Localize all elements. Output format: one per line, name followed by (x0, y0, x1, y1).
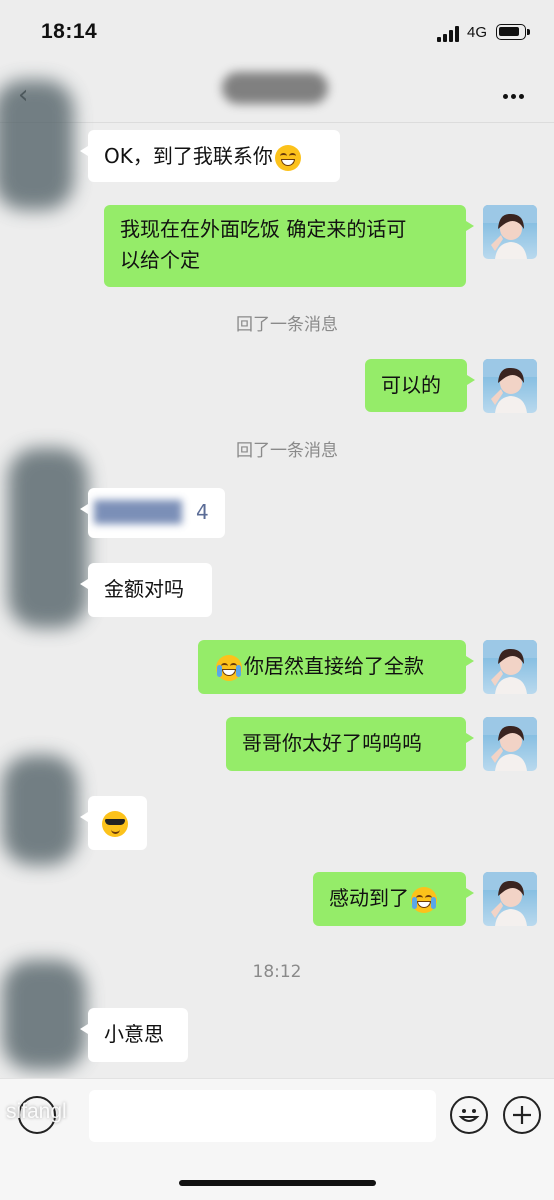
message-text: 可以的 (381, 373, 441, 397)
battery-icon (496, 24, 530, 40)
redacted-text-blur (94, 500, 182, 524)
outgoing-message[interactable]: 我现在在外面吃饭 确定来的话可 以给个定 (104, 205, 474, 287)
grin-emoji-icon (274, 144, 301, 171)
message-input[interactable] (89, 1090, 436, 1142)
message-text-line: 以给个定 (120, 248, 200, 272)
emoji-icon[interactable] (450, 1096, 488, 1134)
message-text: OK，到了我联系你 (104, 144, 273, 168)
crying-laughing-emoji-icon (411, 886, 437, 913)
incoming-message[interactable]: 金额对吗 (80, 563, 212, 617)
message-text: 4 (196, 500, 209, 524)
home-indicator[interactable] (179, 1180, 376, 1186)
outgoing-message[interactable]: 可以的 (365, 359, 475, 412)
my-avatar[interactable] (483, 359, 537, 413)
timestamp: 18:12 (252, 962, 302, 982)
contact-avatar-redacted (0, 80, 74, 210)
watermark: sifangl (6, 1100, 67, 1123)
message-text: 哥哥你太好了呜呜呜 (242, 731, 422, 755)
message-text-line: 我现在在外面吃饭 确定来的话可 (120, 217, 407, 241)
my-avatar[interactable] (483, 205, 537, 259)
sunglasses-emoji-icon (102, 810, 128, 837)
more-icon[interactable] (503, 84, 527, 103)
contact-avatar-redacted (2, 755, 78, 865)
my-avatar[interactable] (483, 640, 537, 694)
incoming-message[interactable]: OK，到了我联系你 (80, 130, 340, 182)
network-label: 4G (467, 24, 488, 41)
chat-title-redacted (222, 72, 328, 104)
message-text: 金额对吗 (104, 577, 184, 601)
system-notice: 回了一条消息 (236, 441, 338, 461)
system-notice: 回了一条消息 (236, 315, 338, 335)
message-text: 小意思 (104, 1022, 164, 1046)
my-avatar[interactable] (483, 717, 537, 771)
message-text: 你居然直接给了全款 (244, 654, 424, 678)
outgoing-message[interactable]: 你居然直接给了全款 (198, 640, 474, 694)
outgoing-message[interactable]: 哥哥你太好了呜呜呜 (226, 717, 474, 771)
status-bar: 18:14 4G (0, 0, 554, 66)
outgoing-message[interactable]: 感动到了 (313, 872, 474, 926)
incoming-message-redacted[interactable]: 4 (80, 488, 225, 538)
crying-laughing-emoji-icon (216, 654, 242, 681)
incoming-message[interactable]: 小意思 (80, 1008, 188, 1062)
message-text: 感动到了 (329, 886, 409, 910)
contact-avatar-redacted (8, 448, 88, 628)
signal-icon (437, 26, 463, 42)
plus-icon[interactable] (503, 1096, 541, 1134)
my-avatar[interactable] (483, 872, 537, 926)
incoming-message[interactable] (80, 796, 147, 850)
status-time: 18:14 (41, 20, 98, 43)
